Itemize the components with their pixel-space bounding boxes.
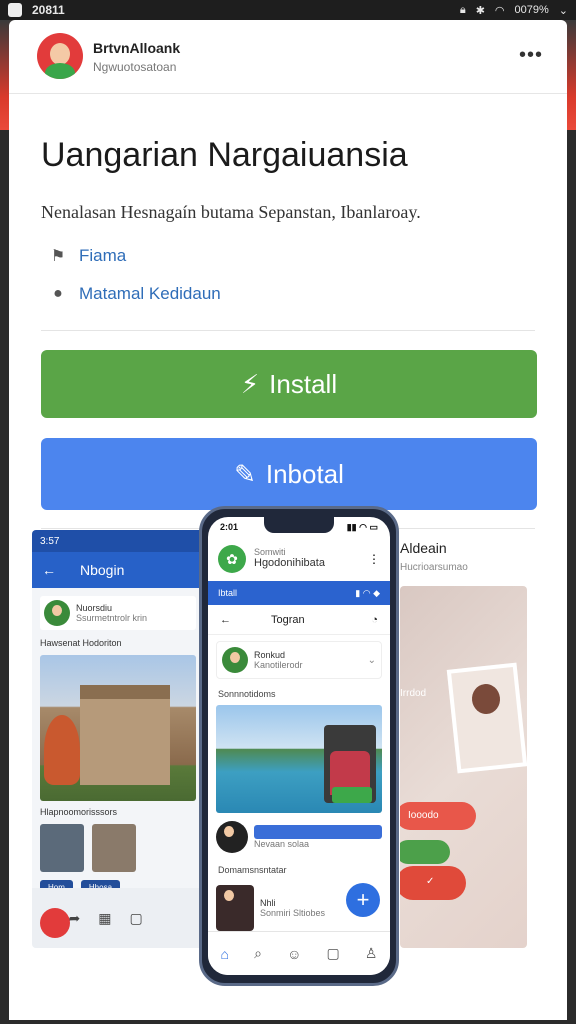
avatar (222, 647, 248, 673)
avatar[interactable] (37, 33, 83, 79)
phone-strip: Ibtall ▮ ◠ ◆ (208, 581, 390, 605)
phone-bottom-nav: ⌂ ⌕ ☺ ▢ ♙ (208, 931, 390, 975)
home-icon: ⌂ (220, 945, 230, 962)
grid-icon: ▦ (98, 909, 112, 926)
screenshot-right-label: Aldeain (400, 540, 447, 556)
avatar (216, 885, 254, 931)
battery-text: 0079% (514, 4, 549, 16)
chevron-down-icon[interactable]: ⌄ (559, 4, 568, 17)
app-description: Nenalasan Hesnagaín butama Sepanstan, Ib… (41, 202, 421, 222)
status-icons: ▮ ◠ ◆ (355, 587, 380, 598)
phone-nav: ← Togran ◔ (208, 605, 390, 635)
record-button (40, 908, 70, 938)
screenshot-right-caption: Irrdod (400, 688, 427, 699)
tag-icon: ⚑ (50, 248, 66, 265)
meta-item-location[interactable]: ● Matamal Kedidaun (49, 284, 221, 304)
back-arrow-icon: ← (42, 562, 56, 578)
phone-screen: 2:01 ▮▮ ◠ ▭ ✿ Somwiti Hgodonihibata ⋮ Ib… (208, 517, 390, 975)
status-time: 20811 (32, 3, 65, 17)
timer-icon: ◔ (371, 613, 378, 626)
check-icon: ✓ (426, 876, 435, 887)
phone-profile-card: Ronkud Kanotilerodr ⌄ (216, 641, 382, 679)
pill: ✓ (400, 866, 466, 900)
status-icons: 🔒︎ ✱ ◠ 0079% ⌄ (460, 4, 568, 17)
phone-section-title: Sonnnotidoms (218, 689, 276, 699)
screenshot-status: 3:57 (32, 530, 204, 552)
location-pin-icon: ● (53, 285, 63, 302)
add-fab-button: + (346, 883, 380, 917)
signal-icon: ▮▮ ◠ ▭ (346, 521, 378, 532)
square-icon: ▢ (129, 909, 143, 926)
lock-icon: 🔒︎ (459, 3, 466, 16)
meta-label: Matamal Kedidaun (79, 284, 221, 303)
secondary-button[interactable]: ✎ Inbotal (41, 438, 537, 510)
app-logo-icon: ✿ (218, 545, 246, 573)
app-icon (8, 3, 22, 17)
chevron-down-icon: ⌄ (367, 654, 376, 666)
search-icon: ⌕ (254, 945, 262, 961)
edit-icon: ✎ (234, 458, 256, 489)
meta-item-category[interactable]: ⚑ Fiama (49, 246, 126, 266)
coast-photo (216, 705, 382, 813)
account-subtitle: Ngwuotosatoan (93, 60, 177, 74)
phone-mockup: 2:01 ▮▮ ◠ ▭ ✿ Somwiti Hgodonihibata ⋮ Ib… (199, 506, 399, 986)
screenshot-toolbar: ← Nbogin (32, 552, 204, 588)
building-photo (40, 654, 196, 801)
phone-app-header: ✿ Somwiti Hgodonihibata ⋮ (208, 537, 390, 581)
account-header: BrtvnAlloank Ngwuotosatoan ••• (9, 20, 567, 94)
smile-icon: ☺ (287, 945, 302, 962)
avatar (44, 600, 70, 626)
chat-icon: ▢ (326, 945, 340, 961)
install-button[interactable]: ⚡︎ Install (41, 350, 537, 418)
more-options-icon[interactable]: ••• (519, 44, 543, 67)
avatar (216, 821, 248, 853)
lightning-icon: ⚡︎ (240, 368, 260, 399)
screenshot-right[interactable]: Iooodo ✓ (400, 586, 527, 948)
account-name: BrtvnAlloank (93, 40, 181, 56)
pill: Iooodo (400, 802, 476, 830)
phone-profile-row: Nevaan solaa (216, 819, 382, 855)
back-arrow-icon: ← (220, 613, 231, 626)
user-thumbnails (40, 823, 196, 872)
portrait-photo (446, 662, 527, 774)
bluetooth-icon: ✱ (475, 4, 485, 17)
pill (400, 840, 450, 864)
screenshot-right-sub: Hucrioarsumao (400, 562, 468, 573)
divider (41, 330, 535, 331)
share-icon: ➦ (68, 909, 81, 926)
profile-icon: ♙ (364, 945, 378, 961)
status-bar: 20811 🔒︎ ✱ ◠ 0079% ⌄ (0, 0, 576, 20)
screenshot-section-title: Hlapnoomorisssors (40, 806, 118, 817)
screenshot-profile: Nuorsdiu Ssurmetntrolr krin (40, 596, 196, 630)
meta-label: Fiama (79, 246, 127, 265)
app-title: Uangarian Nargaiuansia (41, 136, 408, 174)
screenshot-section-title: Hawsenat Hodoriton (40, 638, 122, 648)
more-vertical-icon: ⋮ (368, 552, 380, 566)
phone-section-title: Domamsnsntatar (218, 865, 287, 875)
wifi-icon: ◠ (494, 4, 505, 17)
screenshot-left[interactable]: 3:57 ← Nbogin Nuorsdiu Ssurmetntrolr kri… (32, 530, 204, 948)
